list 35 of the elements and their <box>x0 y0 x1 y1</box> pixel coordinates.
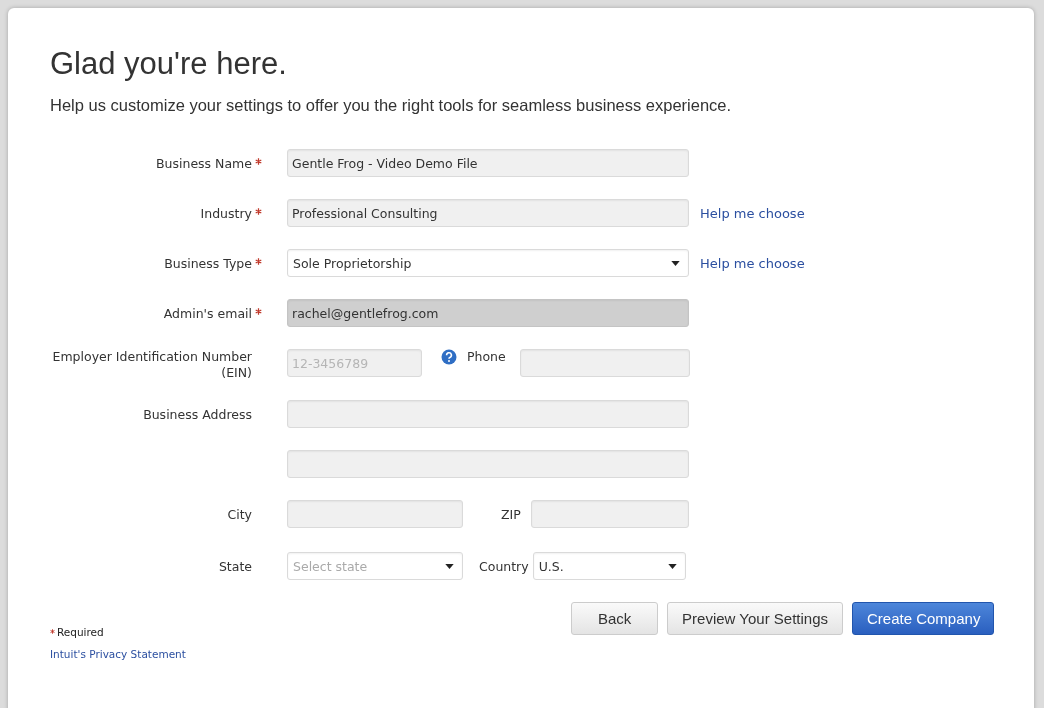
address-field[interactable] <box>287 450 689 478</box>
field-label: Business Type <box>164 255 252 271</box>
action-button[interactable]: Create Company <box>852 602 994 635</box>
country-dropdown[interactable]: U.S. <box>532 552 686 580</box>
field-label: ZIP <box>501 506 521 522</box>
phone-field[interactable] <box>519 349 690 377</box>
industry-field[interactable]: Professional Consulting <box>287 199 689 227</box>
required-note: Required <box>57 626 104 638</box>
action-button[interactable]: Back <box>571 602 659 635</box>
field-label: Industry <box>200 205 252 221</box>
caret-icon <box>667 563 677 569</box>
field-label: Country <box>479 558 529 574</box>
address-field[interactable] <box>287 400 689 428</box>
field-label: Admin's email <box>163 305 252 321</box>
business-name-field[interactable]: Gentle Frog - Video Demo File <box>287 149 689 177</box>
city-field[interactable] <box>287 500 463 528</box>
business-type-dropdown[interactable]: Sole Proprietorship <box>287 249 689 277</box>
field-label: State <box>218 558 252 574</box>
action-button[interactable]: Preview Your Settings <box>667 602 843 635</box>
caret-icon <box>671 260 680 266</box>
asterisk-icon <box>50 629 55 634</box>
caret-icon <box>445 563 454 569</box>
field-label: Employer Identification Number (EIN) <box>52 349 252 381</box>
field-label: Business Address <box>143 406 252 422</box>
help-icon[interactable] <box>441 349 457 365</box>
field-label: Business Name <box>156 155 252 171</box>
zip-field[interactable] <box>530 500 689 528</box>
field-label: Phone <box>467 349 506 364</box>
help-link[interactable]: Help me choose <box>700 205 805 221</box>
field-label: City <box>227 506 252 522</box>
help-link[interactable]: Help me choose <box>700 255 805 271</box>
page-heading: Glad you're here. <box>50 46 288 82</box>
ein-field[interactable]: 12-3456789 <box>287 349 422 377</box>
privacy-link[interactable]: Intuit's Privacy Statement <box>50 648 186 660</box>
page-subheading: Help us customize your settings to offer you the right tools for seamless business experience. <box>50 96 733 115</box>
